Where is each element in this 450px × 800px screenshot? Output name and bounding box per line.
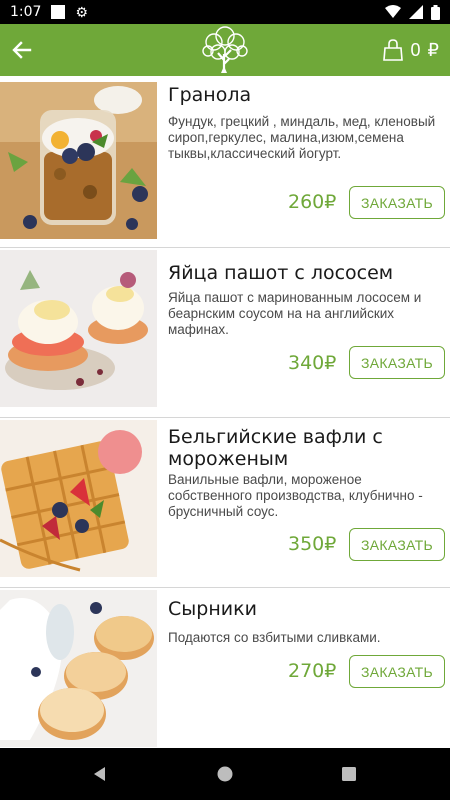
item-title: Бельгийские вафли с мороженым	[168, 426, 383, 470]
item-price: 270₽	[288, 660, 337, 682]
cart-total: 0 ₽	[410, 39, 440, 60]
item-description: Подаются со взбитыми сливками.	[168, 630, 381, 645]
belgian-waffles-photo	[0, 420, 157, 577]
nav-home-button[interactable]	[213, 762, 237, 786]
arrow-left-icon	[12, 41, 32, 59]
item-description: Фундук, грецкий , миндаль, мед, кленовый…	[168, 114, 436, 161]
item-title: Сырники	[168, 598, 257, 620]
circle-home-icon	[217, 766, 233, 782]
item-price: 350₽	[288, 533, 337, 555]
item-title: Гранола	[168, 84, 252, 106]
order-button[interactable]: ЗАКАЗАТЬ	[349, 528, 445, 561]
status-bar: 1:07 ⚙	[0, 0, 450, 24]
item-price: 340₽	[288, 352, 337, 374]
syrniki-photo	[0, 590, 157, 747]
menu-item: Бельгийские вафли с мороженым Ванильные …	[0, 418, 450, 588]
menu-item: Яйца пашот с лососем Яйца пашот с марино…	[0, 248, 450, 418]
wifi-icon	[385, 5, 401, 18]
item-price: 260₽	[288, 191, 337, 213]
item-description: Яйца пашот с маринованным лососем и беар…	[168, 290, 422, 337]
shopping-bag-icon	[382, 39, 403, 61]
item-title: Яйца пашот с лососем	[168, 262, 394, 284]
navigation-bar	[0, 748, 450, 800]
menu-list[interactable]: Гранола Фундук, грецкий , миндаль, мед, …	[0, 76, 450, 748]
nav-back-button[interactable]	[88, 762, 112, 786]
square-recents-icon	[342, 767, 356, 781]
settings-status-icon: ⚙	[75, 3, 89, 20]
tree-logo-icon	[202, 26, 248, 73]
order-button[interactable]: ЗАКАЗАТЬ	[349, 346, 445, 379]
back-button[interactable]	[4, 32, 40, 68]
cart-button[interactable]: 0 ₽	[382, 36, 440, 64]
order-button[interactable]: ЗАКАЗАТЬ	[349, 655, 445, 688]
menu-item: Сырники Подаются со взбитыми сливками. 2…	[0, 588, 450, 748]
status-time: 1:07	[10, 4, 42, 20]
nav-recents-button[interactable]	[337, 762, 361, 786]
notification-icon	[51, 5, 66, 19]
triangle-back-icon	[94, 767, 105, 781]
menu-item: Гранола Фундук, грецкий , миндаль, мед, …	[0, 76, 450, 248]
battery-icon	[431, 4, 440, 20]
app-bar: 0 ₽	[0, 24, 450, 76]
poached-eggs-photo	[0, 250, 157, 407]
signal-icon	[409, 5, 423, 19]
granola-photo	[0, 82, 157, 239]
item-description: Ванильные вафли, мороженое собственного …	[168, 472, 423, 519]
order-button[interactable]: ЗАКАЗАТЬ	[349, 186, 445, 219]
